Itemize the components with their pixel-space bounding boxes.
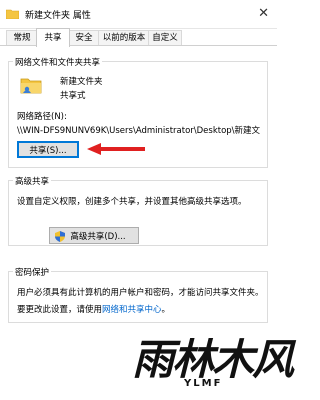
password-protection-description: 用户必须具有此计算机的用户帐户和密码，才能访问共享文件夹。 — [17, 288, 264, 298]
instruction-prefix: 要更改此设置，请使用 — [17, 305, 103, 315]
tab-previous-versions[interactable]: 以前的版本 — [98, 30, 150, 46]
password-protection-instruction: 要更改此设置，请使用网络和共享中心。 — [17, 303, 170, 315]
ylmf-watermark-logo: 雨林木风 YLMF — [132, 326, 294, 396]
uac-shield-icon — [55, 231, 65, 242]
tab-sharing[interactable]: 共享 — [36, 28, 70, 47]
folder-icon — [6, 9, 19, 19]
share-status: 共享式 — [60, 91, 86, 101]
group-title-advanced-sharing: 高级共享 — [13, 175, 52, 187]
advanced-sharing-button-label: 高级共享(D)... — [70, 231, 126, 242]
red-arrow-annotation — [87, 143, 145, 155]
title-bar[interactable]: 新建文件夹 属性 ✕ — [0, 0, 277, 29]
group-title-network-sharing: 网络文件和文件夹共享 — [13, 56, 103, 68]
advanced-sharing-description: 设置自定义权限，创建多个共享，并设置其他高级共享选项。 — [17, 197, 247, 207]
group-title-password-protection: 密码保护 — [13, 266, 52, 278]
watermark-sub-text: YLMF — [184, 378, 223, 389]
tab-security[interactable]: 安全 — [68, 30, 100, 46]
advanced-sharing-group: 高级共享 设置自定义权限，创建多个共享，并设置其他高级共享选项。 高级共享(D)… — [8, 175, 268, 246]
password-protection-group: 密码保护 用户必须具有此计算机的用户帐户和密码，才能访问共享文件夹。 要更改此设… — [8, 266, 268, 323]
network-path-label: 网络路径(N): — [17, 112, 67, 122]
advanced-sharing-button[interactable]: 高级共享(D)... — [49, 227, 139, 244]
shared-folder-icon — [20, 78, 42, 94]
tab-customize[interactable]: 自定义 — [148, 30, 182, 46]
tab-strip: 常规 共享 安全 以前的版本 自定义 — [0, 28, 277, 47]
close-icon[interactable]: ✕ — [258, 6, 269, 21]
tab-general[interactable]: 常规 — [6, 30, 38, 46]
folder-name: 新建文件夹 — [60, 77, 103, 87]
window-title: 新建文件夹 属性 — [25, 11, 91, 21]
instruction-suffix: 。 — [161, 305, 171, 315]
network-sharing-center-link[interactable]: 网络和共享中心 — [102, 305, 162, 315]
network-sharing-group: 网络文件和文件夹共享 新建文件夹 共享式 网络路径(N): \\WIN-DFS9… — [8, 56, 268, 168]
share-button[interactable]: 共享(S)... — [17, 141, 79, 158]
network-path-value: \\WIN-DFS9NUNV69K\Users\Administrator\De… — [17, 126, 261, 136]
